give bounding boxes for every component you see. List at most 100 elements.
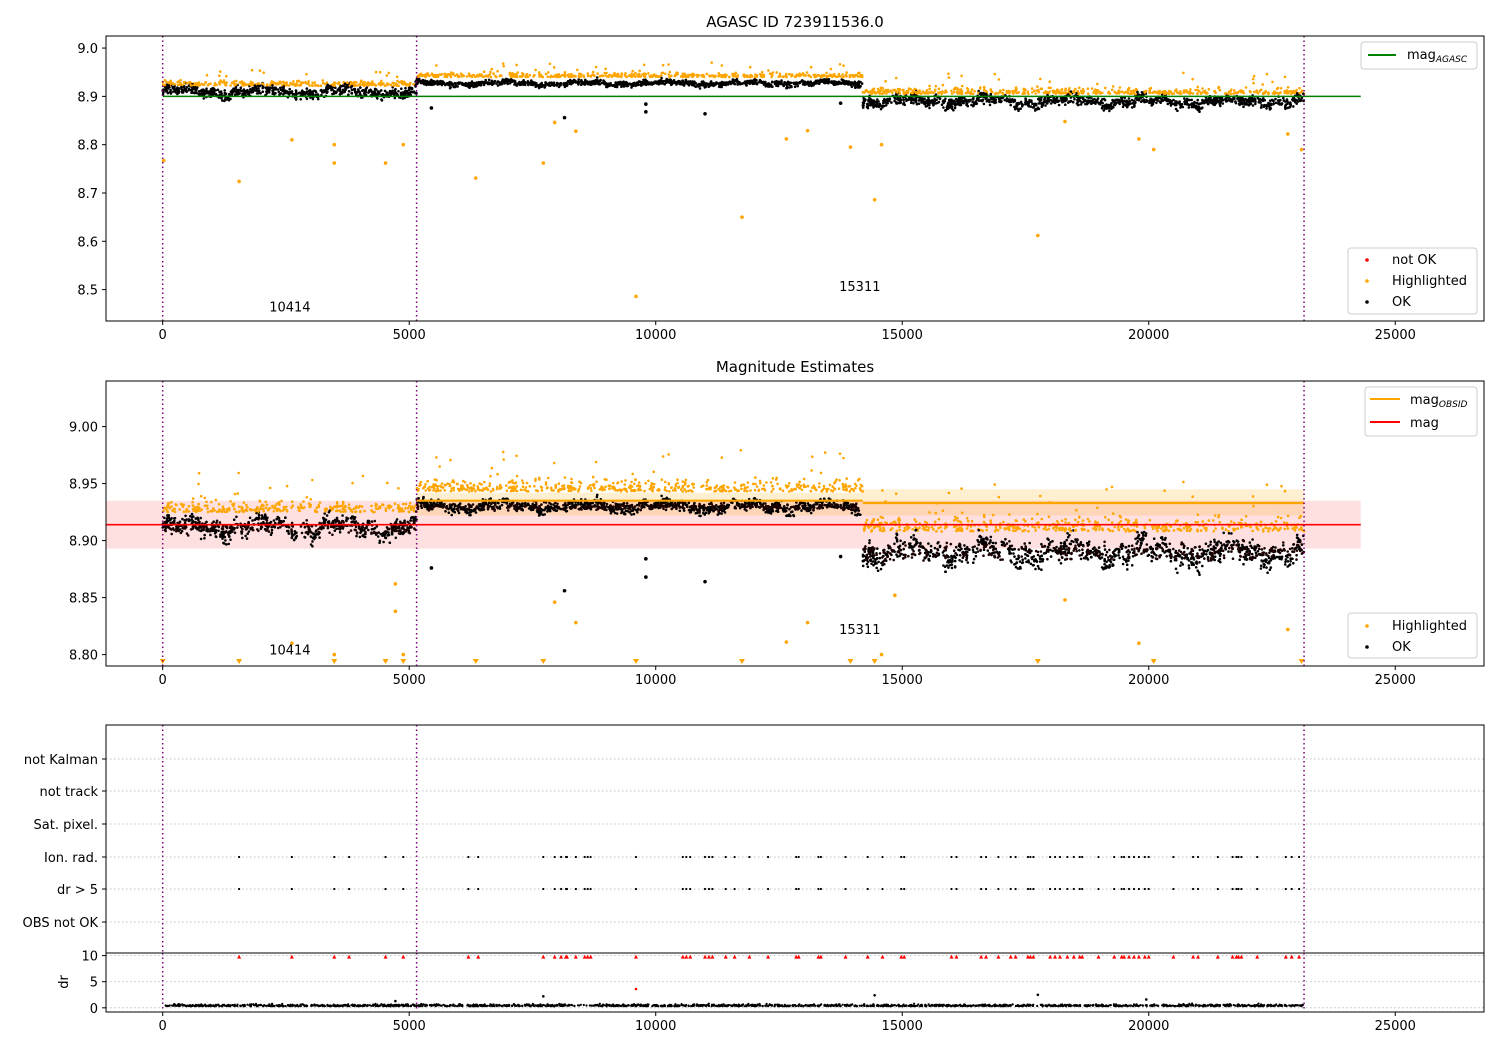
highlighted-point	[1157, 91, 1160, 94]
ok-point	[217, 529, 220, 533]
ok-point	[314, 533, 317, 537]
ok-point	[202, 97, 206, 100]
highlighted-point	[960, 92, 964, 95]
highlighted-point	[1198, 90, 1201, 93]
highlighted-point	[534, 68, 537, 72]
highlighted-point	[435, 64, 438, 67]
highlighted-point	[392, 84, 396, 87]
highlighted-point	[321, 81, 325, 85]
highlighted-point	[603, 71, 607, 75]
ok-point	[515, 83, 519, 87]
highlighted-point	[852, 75, 856, 79]
highlighted-point	[363, 509, 366, 513]
ok-point	[1285, 98, 1289, 101]
ok-point	[587, 81, 591, 84]
highlighted-point	[1289, 92, 1293, 96]
highlighted-point	[311, 84, 314, 87]
ok-point	[1073, 97, 1076, 101]
highlighted-point	[238, 81, 242, 84]
highlighted-point	[538, 71, 541, 74]
ok-point	[1217, 100, 1220, 104]
highlighted-outlier	[1299, 147, 1304, 152]
highlighted-point	[759, 72, 762, 76]
ok-point	[1020, 102, 1024, 106]
highlighted-outlier	[401, 142, 406, 147]
ok-point	[238, 92, 241, 95]
highlighted-point	[1060, 92, 1064, 95]
highlighted-point	[894, 76, 898, 80]
highlighted-point	[213, 509, 216, 512]
highlighted-point	[668, 75, 671, 79]
ok-point	[1221, 102, 1225, 105]
ok-point	[190, 91, 193, 94]
ok-point	[942, 106, 945, 109]
ok-point	[779, 82, 783, 86]
ok-point	[1130, 98, 1134, 102]
highlighted-point	[700, 74, 703, 77]
highlighted-point	[205, 504, 209, 508]
highlighted-point	[302, 500, 305, 503]
highlighted-outlier	[634, 294, 638, 299]
highlighted-point	[197, 471, 201, 475]
ok-point	[211, 90, 214, 94]
ok-point	[1259, 100, 1262, 104]
ok-point	[247, 93, 250, 96]
ok-point	[609, 81, 612, 85]
highlighted-point	[642, 63, 646, 67]
ok-point	[1120, 97, 1123, 100]
highlighted-point	[258, 507, 262, 511]
ok-point	[470, 80, 474, 83]
highlighted-point	[820, 75, 823, 79]
highlighted-point	[1016, 91, 1020, 95]
highlighted-point	[563, 71, 567, 74]
ok-point	[1099, 102, 1102, 106]
ok-point	[357, 89, 360, 93]
ok-point	[944, 97, 947, 101]
ok-point	[615, 83, 618, 87]
ok-point	[949, 105, 953, 109]
ok-point	[1111, 98, 1114, 102]
highlighted-point	[885, 89, 888, 92]
ok-point	[789, 81, 793, 85]
ok-point	[1197, 109, 1201, 112]
ok-point	[548, 81, 551, 85]
highlighted-point	[937, 87, 941, 91]
ok-point	[400, 87, 403, 90]
highlighted-point	[1023, 92, 1027, 95]
ok-point	[793, 85, 797, 89]
highlighted-point	[168, 81, 171, 84]
highlighted-point	[386, 82, 389, 85]
highlighted-point	[579, 75, 582, 78]
ok-point	[1268, 108, 1272, 111]
ok-point	[576, 81, 579, 84]
highlighted-point	[1048, 90, 1051, 93]
ok-point	[373, 87, 377, 91]
ok-point	[354, 90, 357, 94]
highlighted-point	[735, 75, 739, 78]
ok-point	[944, 109, 947, 112]
ok-point	[338, 531, 342, 534]
highlighted-point	[1271, 80, 1274, 84]
highlighted-point	[165, 80, 168, 84]
ok-point	[381, 92, 385, 96]
ok-point	[1278, 102, 1282, 105]
ok-point	[1102, 97, 1106, 101]
ok-point	[1034, 107, 1037, 111]
ok-point	[630, 86, 633, 89]
highlighted-point	[997, 78, 1001, 81]
highlighted-point	[242, 501, 246, 504]
highlighted-point	[1213, 89, 1216, 93]
ok-point	[775, 80, 778, 83]
ok-point	[811, 82, 814, 85]
highlighted-point	[1042, 91, 1046, 95]
highlighted-outlier	[1151, 147, 1156, 152]
ok-point	[1145, 100, 1148, 103]
highlighted-point	[750, 75, 754, 78]
ok-point	[473, 82, 476, 86]
y-tick-label: 8.9	[77, 90, 98, 105]
highlighted-point	[582, 74, 585, 77]
highlighted-point	[778, 72, 782, 76]
highlighted-point	[544, 72, 548, 76]
highlighted-point	[842, 75, 845, 79]
highlighted-point	[869, 90, 873, 93]
